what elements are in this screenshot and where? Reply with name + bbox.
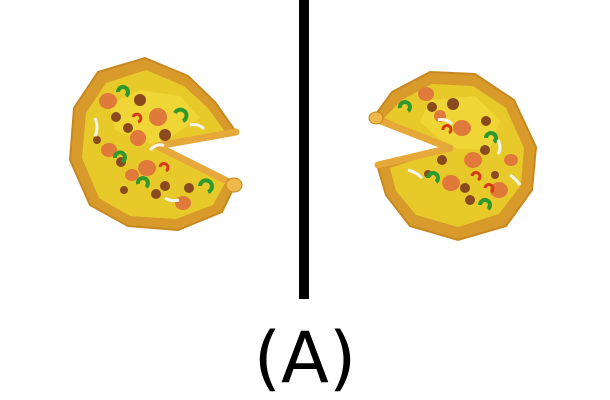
right-pizza-panel	[368, 70, 538, 242]
figure-stage: (A)	[0, 0, 610, 400]
figure-caption: (A)	[253, 317, 357, 399]
crust-end-cap	[225, 177, 243, 193]
left-pizza-panel	[68, 56, 243, 232]
pizza-missing-slice-icon	[368, 70, 538, 242]
pizza-missing-slice-icon	[68, 56, 243, 232]
vertical-divider	[299, 0, 309, 299]
crust-end-cap	[368, 111, 384, 125]
